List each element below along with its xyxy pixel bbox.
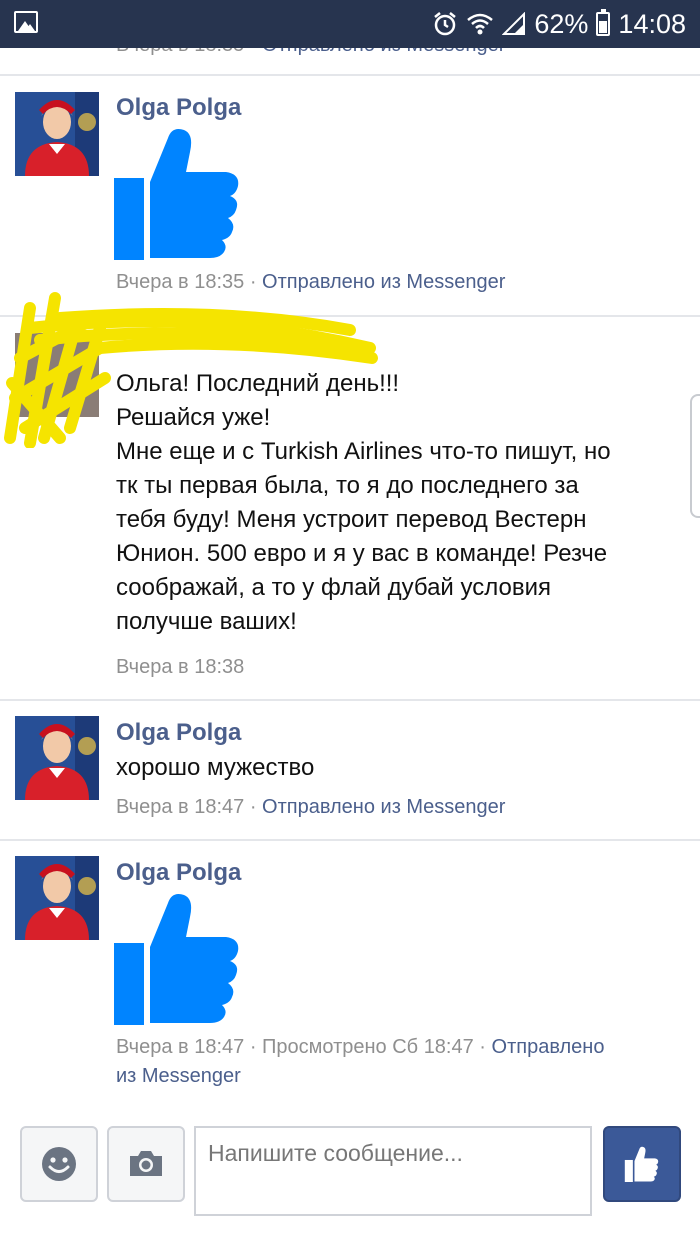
status-bar: 62% 14:08 — [0, 0, 700, 48]
avatar[interactable] — [15, 92, 99, 176]
image-icon — [14, 11, 38, 33]
camera-icon — [130, 1151, 162, 1176]
partial-message-meta: Вчера в 18:35 · Отправлено из Messenger — [116, 48, 505, 57]
message-list[interactable]: Вчера в 18:35 · Отправлено из Messenger … — [0, 48, 700, 1108]
message-input[interactable]: Напишите сообщение... — [194, 1126, 592, 1216]
emoji-button[interactable] — [20, 1126, 98, 1202]
sender-name[interactable]: Olga Polga — [116, 859, 241, 887]
redaction-scribble — [4, 292, 378, 448]
alarm-icon — [434, 12, 457, 36]
smiley-icon — [42, 1147, 76, 1181]
message-meta: Вчера в 18:47 · Отправлено из Messenger — [116, 796, 506, 818]
thumbs-up-icon — [114, 894, 239, 1025]
source-link[interactable]: Отправлено — [492, 1036, 605, 1058]
scroll-handle[interactable] — [690, 394, 700, 518]
avatar[interactable] — [15, 856, 99, 940]
thumbs-up-icon — [624, 1146, 659, 1182]
thumbs-up-icon — [114, 129, 239, 260]
message-text: хорошо мужество — [116, 754, 315, 781]
message-input-placeholder: Напишите сообщение... — [208, 1140, 463, 1166]
divider — [0, 699, 700, 701]
source-link[interactable]: из Messenger — [116, 1065, 241, 1087]
battery-icon — [596, 9, 611, 36]
message-composer: Напишите сообщение... — [0, 1108, 700, 1244]
like-send-button[interactable] — [603, 1126, 681, 1202]
clock: 14:08 — [618, 8, 686, 39]
divider — [0, 74, 700, 76]
message-meta: Вчера в 18:38 — [116, 656, 245, 678]
battery-percent: 62% — [534, 8, 589, 39]
avatar[interactable] — [15, 716, 99, 800]
message-meta: Вчера в 18:47 · Просмотрено Сб 18:47 · О… — [116, 1036, 605, 1087]
camera-button[interactable] — [107, 1126, 185, 1202]
divider — [0, 839, 700, 841]
sender-name[interactable]: Olga Polga — [116, 719, 241, 747]
signal-icon — [502, 12, 526, 35]
wifi-icon — [467, 13, 494, 35]
source-link[interactable]: Отправлено из Messenger — [262, 796, 505, 818]
sender-name[interactable]: Olga Polga — [116, 94, 241, 122]
